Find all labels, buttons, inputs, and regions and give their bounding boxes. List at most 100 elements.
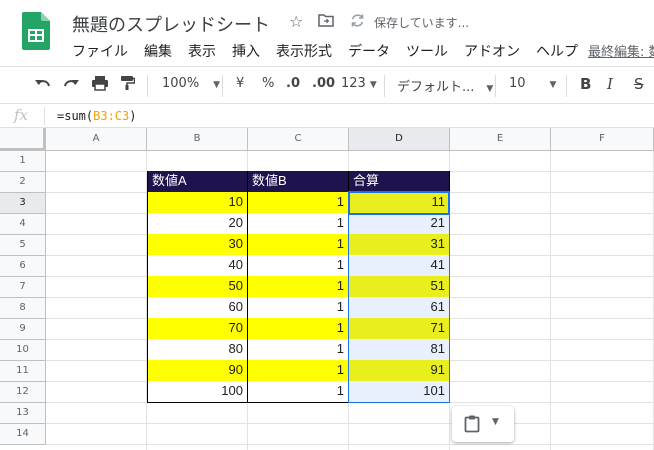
cell-b2[interactable]: 数値A	[147, 171, 248, 193]
cell-c11[interactable]: 1	[248, 360, 349, 382]
cell-d12[interactable]: 101	[349, 381, 450, 403]
undo-icon[interactable]	[34, 75, 52, 95]
column-header-d[interactable]: D	[349, 128, 450, 151]
menu-format[interactable]: 表示形式	[276, 41, 332, 61]
cell-d9[interactable]: 71	[349, 318, 450, 340]
number-format-select[interactable]: 123 ▼	[341, 76, 377, 91]
number-format-value: 123	[341, 76, 366, 91]
chevron-down-icon: ▼	[549, 80, 557, 90]
menu-file[interactable]: ファイル	[72, 41, 128, 61]
cell-c6[interactable]: 1	[248, 255, 349, 277]
paint-format-icon[interactable]	[119, 75, 136, 95]
cell-b9[interactable]: 70	[147, 318, 248, 340]
cell-b4[interactable]: 20	[147, 213, 248, 235]
gridline	[46, 444, 654, 445]
cell-b11[interactable]: 90	[147, 360, 248, 382]
font-family-select[interactable]: デフォルト... ▼	[397, 76, 493, 95]
gridline	[46, 423, 654, 424]
cell-c5[interactable]: 1	[248, 234, 349, 256]
column-header-a[interactable]: A	[46, 128, 147, 151]
fx-icon: fx	[14, 106, 29, 124]
spreadsheet-grid[interactable]: ABCDEF 1 2 3 4 5 6 7 8 9 10 11 12 13 14 数値A 数値B 合算 10 1 11…	[0, 128, 654, 450]
menu-addons[interactable]: アドオン	[464, 41, 520, 61]
cell-d6[interactable]: 41	[349, 255, 450, 277]
cell-b12[interactable]: 100	[147, 381, 248, 403]
menu-insert[interactable]: 挿入	[232, 41, 260, 61]
clipboard-icon	[464, 415, 480, 433]
row-header-7[interactable]: 7	[0, 277, 46, 298]
row-header-10[interactable]: 10	[0, 340, 46, 361]
row-header-5[interactable]: 5	[0, 235, 46, 256]
toolbar-divider	[495, 75, 496, 97]
cell-c3[interactable]: 1	[248, 192, 349, 214]
formula-input[interactable]: =sum(B3:C3)	[57, 109, 136, 123]
cell-c2[interactable]: 数値B	[248, 171, 349, 193]
sync-icon	[350, 13, 365, 32]
sheets-logo[interactable]	[22, 12, 50, 50]
menu-data[interactable]: データ	[348, 41, 390, 61]
cell-d8[interactable]: 61	[349, 297, 450, 319]
menu-edit[interactable]: 編集	[144, 41, 172, 61]
cell-c8[interactable]: 1	[248, 297, 349, 319]
row-header-11[interactable]: 11	[0, 361, 46, 382]
row-header-14[interactable]: 14	[0, 424, 46, 445]
column-header-c[interactable]: C	[248, 128, 349, 151]
row-header-13[interactable]: 13	[0, 403, 46, 424]
move-to-folder-icon[interactable]	[318, 12, 334, 31]
cell-d5[interactable]: 31	[349, 234, 450, 256]
row-header-9[interactable]: 9	[0, 319, 46, 340]
column-header-e[interactable]: E	[450, 128, 551, 151]
redo-icon[interactable]	[62, 75, 80, 95]
paste-options-button[interactable]: ▼	[452, 406, 514, 442]
cell-b10[interactable]: 80	[147, 339, 248, 361]
select-all-corner[interactable]	[0, 128, 46, 151]
gridline	[550, 151, 551, 450]
menu-help[interactable]: ヘルプ	[536, 41, 578, 61]
menu-view[interactable]: 表示	[188, 41, 216, 61]
column-header-b[interactable]: B	[147, 128, 248, 151]
row-header-12[interactable]: 12	[0, 382, 46, 403]
star-icon[interactable]: ☆	[289, 12, 303, 31]
cell-c9[interactable]: 1	[248, 318, 349, 340]
cell-d11[interactable]: 91	[349, 360, 450, 382]
row-header-8[interactable]: 8	[0, 298, 46, 319]
font-size-select[interactable]: 10 ▼	[509, 76, 556, 91]
cell-b5[interactable]: 30	[147, 234, 248, 256]
font-size-value: 10	[509, 76, 526, 91]
print-icon[interactable]	[91, 75, 109, 95]
cell-c7[interactable]: 1	[248, 276, 349, 298]
cell-d7[interactable]: 51	[349, 276, 450, 298]
cell-d2[interactable]: 合算	[349, 171, 450, 193]
cell-c4[interactable]: 1	[248, 213, 349, 235]
chevron-down-icon: ▼	[369, 80, 377, 90]
chevron-down-icon: ▼	[486, 84, 494, 94]
cell-b8[interactable]: 60	[147, 297, 248, 319]
cell-d4[interactable]: 21	[349, 213, 450, 235]
currency-format-button[interactable]: ¥	[236, 76, 244, 91]
formula-bar: fx =sum(B3:C3)	[0, 104, 654, 128]
bold-button[interactable]: B	[580, 75, 591, 93]
cell-b6[interactable]: 40	[147, 255, 248, 277]
zoom-select[interactable]: 100% ▼	[162, 76, 220, 91]
row-header-4[interactable]: 4	[0, 214, 46, 235]
row-header-1[interactable]: 1	[0, 151, 46, 172]
strikethrough-button[interactable]: S	[634, 75, 644, 93]
menu-tools[interactable]: ツール	[406, 41, 448, 61]
cell-c10[interactable]: 1	[248, 339, 349, 361]
cell-b7[interactable]: 50	[147, 276, 248, 298]
decrease-decimal-button[interactable]: .0	[286, 76, 300, 91]
italic-button[interactable]: I	[607, 75, 613, 93]
cell-b3[interactable]: 10	[147, 192, 248, 214]
increase-decimal-button[interactable]: .00	[312, 76, 335, 91]
column-header-f[interactable]: F	[551, 128, 654, 151]
row-header-6[interactable]: 6	[0, 256, 46, 277]
row-header-2[interactable]: 2	[0, 172, 46, 193]
percent-format-button[interactable]: %	[262, 76, 274, 91]
last-edit-link[interactable]: 最終編集: 数	[588, 41, 654, 60]
toolbar-divider	[222, 75, 223, 97]
cell-c12[interactable]: 1	[248, 381, 349, 403]
document-title[interactable]: 無題のスプレッドシート	[72, 11, 270, 37]
cell-d10[interactable]: 81	[349, 339, 450, 361]
row-header-3[interactable]: 3	[0, 193, 46, 214]
cell-d3[interactable]: 11	[349, 192, 450, 214]
